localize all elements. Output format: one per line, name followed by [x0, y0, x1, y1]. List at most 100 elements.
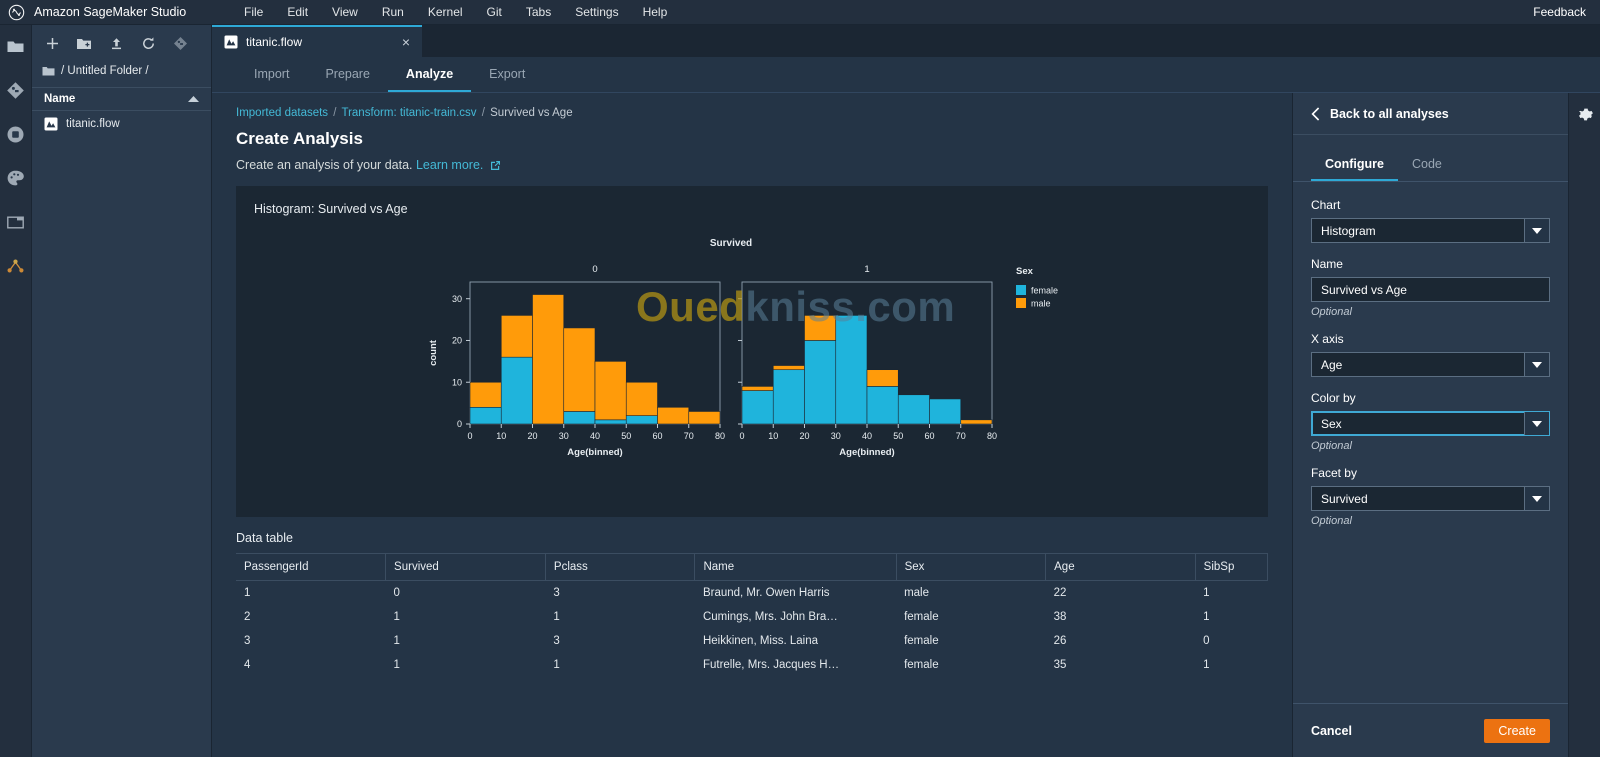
x-tick: 50	[893, 431, 903, 441]
tab-import[interactable]: Import	[236, 57, 307, 92]
chevron-down-icon	[1523, 412, 1549, 435]
breadcrumb-imported-datasets[interactable]: Imported datasets	[236, 107, 328, 119]
column-header-passengerid[interactable]: PassengerId	[236, 553, 387, 581]
window-icon	[6, 213, 25, 232]
bar-female	[866, 386, 899, 425]
list-item[interactable]: titanic.flow	[32, 111, 211, 137]
name-input[interactable]: Survived vs Age	[1310, 277, 1550, 302]
chart-value: Histogram	[1320, 223, 1376, 238]
git-icon	[6, 81, 25, 100]
new-launcher-icon[interactable]	[44, 35, 60, 51]
tab-export[interactable]: Export	[471, 57, 543, 92]
learn-more-link[interactable]: Learn more.	[416, 158, 483, 172]
activity-extensions[interactable]	[5, 167, 27, 189]
facet-by-select[interactable]: Survived	[1310, 486, 1550, 511]
tab-titanic-flow[interactable]: titanic.flow ×	[212, 25, 422, 57]
gear-icon[interactable]	[1576, 107, 1593, 124]
panel-actions: Cancel Create	[1292, 703, 1568, 757]
breadcrumb-current: Survived vs Age	[490, 107, 573, 119]
body-row: / Untitled Folder / Name titanic.flow ti…	[0, 25, 1600, 757]
table-cell: 1	[1203, 587, 1210, 599]
flow-file-icon	[44, 117, 58, 131]
bar-male	[594, 361, 627, 421]
table-row[interactable]: 4 1 1 Futrelle, Mrs. Jacques H… female 35 1	[236, 653, 1267, 677]
table-cell: 1	[393, 635, 400, 647]
tab-bar: titanic.flow ×	[212, 25, 1600, 57]
table-cell: 0	[1203, 635, 1210, 647]
x-tick: 40	[862, 431, 872, 441]
refresh-icon[interactable]	[140, 35, 156, 51]
table-row[interactable]: 1 0 3 Braund, Mr. Owen Harris male 22 1	[236, 581, 1267, 606]
table-row[interactable]: 3 1 3 Heikkinen, Miss. Laina female 26 0	[236, 629, 1267, 653]
table-row[interactable]: 2 1 1 Cumings, Mrs. John Bra… female 38 1	[236, 605, 1267, 629]
activity-open-tabs[interactable]	[5, 211, 27, 233]
table-cell: 1	[553, 659, 560, 671]
palette-icon	[6, 169, 25, 188]
file-browser-breadcrumb[interactable]: / Untitled Folder /	[32, 61, 211, 87]
menu-view[interactable]: View	[320, 2, 370, 22]
x-tick: 80	[715, 431, 725, 441]
create-button[interactable]: Create	[1484, 718, 1550, 743]
x-tick: 30	[559, 431, 569, 441]
histogram-svg: Survived001020300 10 20 30 40 50 60 70 80Age(bin…	[428, 238, 1058, 458]
column-header-name[interactable]: Name	[694, 553, 897, 581]
table-cell: female	[904, 659, 939, 671]
breadcrumb-transform[interactable]: Transform: titanic-train.csv	[341, 107, 476, 119]
x-tick: 60	[652, 431, 662, 441]
menu-run[interactable]: Run	[370, 2, 416, 22]
brand-title: Amazon SageMaker Studio	[34, 5, 187, 19]
y-tick: 30	[452, 294, 462, 304]
menu-edit[interactable]: Edit	[275, 2, 320, 22]
chevron-down-icon	[1523, 219, 1549, 242]
menu-help[interactable]: Help	[631, 2, 680, 22]
table-cell: Braund, Mr. Owen Harris	[702, 587, 830, 599]
name-optional-hint: Optional	[1310, 306, 1352, 318]
bar-female	[469, 406, 502, 425]
tab-configure[interactable]: Configure	[1310, 151, 1398, 181]
column-header-pclass[interactable]: Pclass	[545, 553, 696, 581]
menu-file[interactable]: File	[232, 2, 275, 22]
menu-kernel[interactable]: Kernel	[416, 2, 475, 22]
menu-git[interactable]: Git	[475, 2, 514, 22]
color-by-select[interactable]: Sex	[1310, 411, 1550, 436]
column-header-survived[interactable]: Survived	[385, 553, 546, 581]
close-icon[interactable]: ×	[402, 35, 410, 49]
activity-git[interactable]	[5, 79, 27, 101]
chart-legend: Sex female male	[1016, 266, 1058, 309]
x-axis-select[interactable]: Age	[1310, 352, 1550, 377]
menu-tabs[interactable]: Tabs	[514, 2, 563, 22]
table-cell: Cumings, Mrs. John Bra…	[702, 611, 838, 623]
table-cell: 35	[1053, 659, 1067, 671]
tab-analyze[interactable]: Analyze	[387, 57, 472, 92]
table-cell: Futrelle, Mrs. Jacques H…	[702, 659, 840, 671]
upload-icon[interactable]	[108, 35, 124, 51]
new-folder-icon[interactable]	[76, 35, 92, 51]
x-tick: 30	[831, 431, 841, 441]
back-to-all-analyses-button[interactable]: Back to all analyses	[1292, 93, 1568, 135]
x-tick: 0	[739, 431, 744, 441]
activity-file-browser[interactable]	[5, 35, 27, 57]
menu-settings[interactable]: Settings	[563, 2, 630, 22]
chart-select[interactable]: Histogram	[1310, 218, 1550, 243]
git-clone-icon[interactable]	[172, 35, 188, 51]
column-header-age[interactable]: Age	[1045, 553, 1196, 581]
file-browser-column-header[interactable]: Name	[32, 87, 211, 111]
tab-prepare[interactable]: Prepare	[307, 57, 387, 92]
folder-icon	[6, 37, 25, 56]
column-header-sex[interactable]: Sex	[896, 553, 1047, 581]
facet-label: 1	[864, 264, 869, 275]
column-header-sibsp[interactable]: SibSp	[1195, 553, 1268, 581]
bar-male	[500, 315, 533, 358]
data-flow-icon	[6, 257, 25, 276]
file-name: titanic.flow	[66, 118, 120, 130]
tab-code[interactable]: Code	[1398, 151, 1456, 181]
cancel-button[interactable]: Cancel	[1311, 724, 1352, 738]
menu-bar: Amazon SageMaker Studio File Edit View R…	[0, 0, 1600, 25]
y-tick: 0	[457, 419, 462, 429]
facet-group-title: Survived	[710, 238, 752, 249]
bar-male	[960, 419, 993, 425]
activity-data-wrangler[interactable]	[5, 255, 27, 277]
feedback-link[interactable]: Feedback	[1533, 5, 1600, 19]
bar-female	[929, 398, 962, 425]
activity-running-terminals[interactable]	[5, 123, 27, 145]
